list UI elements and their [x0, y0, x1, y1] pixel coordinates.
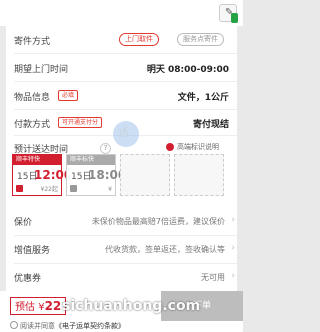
- insurance-value: 未保价物品最高赔7倍运费，建议保价: [91, 217, 225, 226]
- insurance-label: 保价: [14, 218, 33, 228]
- agree-prefix: 阅读并同意: [20, 322, 55, 330]
- divider: [14, 53, 237, 54]
- coupon-label: 优惠券: [14, 274, 42, 284]
- delivery-slot-express[interactable]: 顺丰特快 15日 12:00前 ¥22起: [12, 154, 84, 196]
- item-info-label: 物品信息: [14, 93, 51, 103]
- value-added-label: 增值服务: [14, 246, 51, 256]
- payment-value: 寄付现结: [192, 120, 229, 130]
- divider: [14, 235, 237, 236]
- pickup-time-row[interactable]: 期望上门时间 明天 08:00-09:00: [6, 56, 237, 80]
- help-icon[interactable]: ?: [100, 143, 111, 154]
- touch-cursor: ☝: [113, 121, 139, 147]
- agreement-line: 阅读并同意《电子运单契约条款》: [10, 321, 125, 331]
- edit-button[interactable]: ✎: [219, 4, 238, 23]
- value-added-value: 代收货款，签单返还，签收确认等: [105, 245, 225, 254]
- pickup-time-value: 明天 08:00-09:00: [146, 65, 229, 75]
- value-added-row[interactable]: 增值服务 代收货款，签单返还，签收确认等 ›: [6, 237, 237, 261]
- terms-link[interactable]: 《电子运单契约条款》: [55, 322, 125, 330]
- slot-price: ¥22起: [40, 186, 58, 193]
- express-logo-icon: [16, 185, 23, 192]
- door-pickup-option[interactable]: 上门取件: [119, 33, 159, 46]
- watermark: sichuanhong.com: [62, 298, 201, 314]
- chevron-right-icon: ›: [231, 215, 235, 225]
- delivery-slot-placeholder: [120, 154, 170, 196]
- slot-title: 顺丰标快: [67, 155, 115, 165]
- order-form-card: 寄件方式 上门取件 服务点寄件 期望上门时间 明天 08:00-09:00 物品…: [6, 26, 237, 209]
- send-method-label: 寄件方式: [14, 37, 51, 47]
- standard-logo-icon: [70, 185, 77, 192]
- premium-badge-icon: [166, 143, 174, 151]
- payment-score-tag[interactable]: 可开通支付分: [58, 117, 103, 128]
- coupon-row[interactable]: 优惠券 无可用 ›: [6, 265, 237, 289]
- delivery-slot-placeholder: [174, 154, 224, 196]
- estimated-price: 预估 ¥22: [10, 297, 67, 315]
- slot-title: 顺丰特快: [13, 155, 61, 165]
- chevron-right-icon: ›: [231, 243, 235, 253]
- slot-price: ¥: [108, 186, 112, 193]
- item-info-row[interactable]: 物品信息 必填 文件，1公斤: [6, 84, 237, 108]
- estimate-label: 预估: [15, 302, 35, 313]
- options-card: 保价 未保价物品最高赔7倍运费，建议保价 › 增值服务 代收货款，签单返还，签收…: [6, 209, 237, 291]
- agree-checkbox[interactable]: [10, 321, 18, 329]
- estimate-amount: 22: [44, 299, 62, 313]
- item-info-value: 文件，1公斤: [177, 93, 229, 103]
- green-tab-icon: [231, 13, 238, 23]
- top-bar: ✎: [0, 0, 243, 26]
- required-tag: 必填: [58, 90, 79, 101]
- divider: [14, 109, 237, 110]
- delivery-slot-standard[interactable]: 顺丰标快 15日 18:00前 ¥: [66, 154, 138, 196]
- coupon-value: 无可用: [201, 273, 225, 282]
- premium-explain-link[interactable]: 高端标识说明: [177, 142, 219, 152]
- payment-label: 付款方式: [14, 120, 51, 130]
- chevron-right-icon: ›: [231, 271, 235, 281]
- pickup-time-label: 期望上门时间: [14, 65, 69, 75]
- hand-pointer-icon: ☝: [120, 125, 128, 140]
- divider: [14, 263, 237, 264]
- send-method-row: 寄件方式 上门取件 服务点寄件: [6, 28, 237, 52]
- service-point-option[interactable]: 服务点寄件: [177, 33, 224, 46]
- insurance-row[interactable]: 保价 未保价物品最高赔7倍运费，建议保价 ›: [6, 209, 237, 233]
- divider: [14, 81, 237, 82]
